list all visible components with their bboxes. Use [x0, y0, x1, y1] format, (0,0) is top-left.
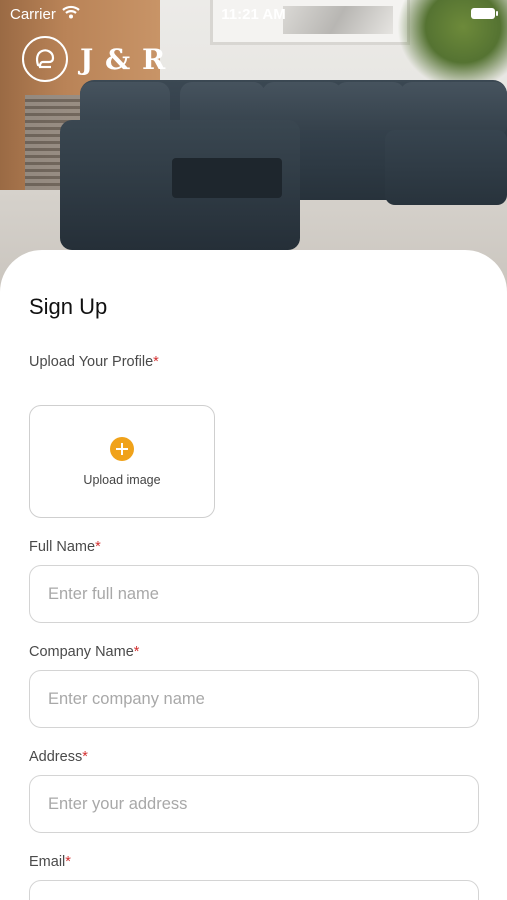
required-marker: *: [82, 749, 88, 765]
required-marker: *: [153, 354, 159, 370]
required-marker: *: [133, 644, 140, 660]
company-name-input[interactable]: [29, 670, 479, 728]
email-label: Email*: [29, 854, 71, 870]
full-name-label: Full Name*: [29, 539, 101, 555]
full-name-input[interactable]: [29, 565, 479, 623]
brand-logo: J & R: [22, 36, 166, 82]
email-input[interactable]: [29, 880, 479, 900]
battery-icon: [471, 8, 498, 19]
upload-image-label: Upload image: [83, 472, 161, 487]
page-title: Sign Up: [29, 294, 108, 319]
plus-circle-icon: [110, 436, 134, 461]
upload-image-button[interactable]: Upload image: [29, 405, 215, 518]
address-input[interactable]: [29, 775, 479, 833]
status-bar: Carrier 11:21 AM: [0, 0, 507, 28]
signup-card: Sign Up Upload Your Profile* Upload imag…: [0, 250, 507, 900]
required-marker: *: [95, 539, 101, 555]
address-label: Address*: [29, 749, 88, 765]
profile-upload-label: Upload Your Profile*: [29, 354, 159, 370]
required-marker: *: [65, 854, 71, 870]
brand-name: J & R: [80, 42, 167, 76]
status-time: 11:21 AM: [221, 6, 286, 23]
company-name-label: Company Name*: [29, 644, 140, 660]
armchair-icon: [22, 36, 68, 82]
